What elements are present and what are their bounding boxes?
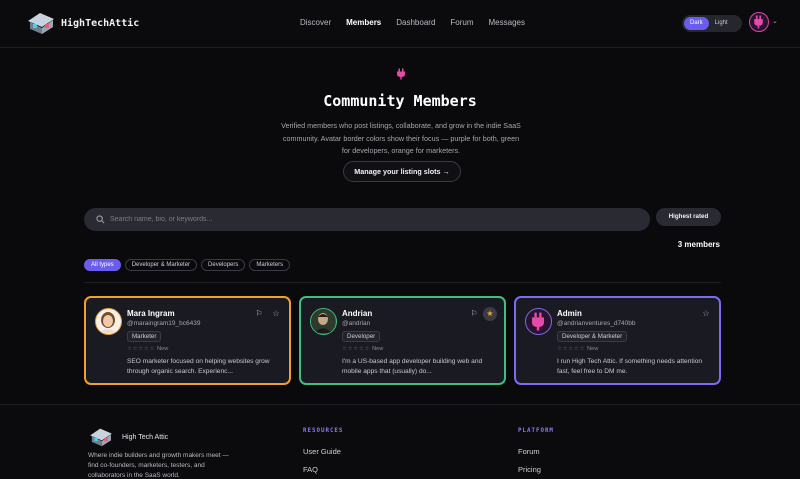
favorite-star-filled-icon[interactable]: ★ [483,307,497,321]
message-icon[interactable]: ⚐ [253,308,265,320]
chevron-down-icon[interactable]: ⌄ [772,17,778,25]
rating-text: New [157,346,169,352]
theme-dark-option[interactable]: Dark [684,17,709,30]
avatar [310,308,337,335]
rating-text: New [372,346,384,352]
member-card-andrian[interactable]: Andrian @andrian Developer ☆☆☆☆☆ New I'm … [299,296,506,385]
main-nav: Discover Members Dashboard Forum Message… [300,18,540,27]
member-bio: I'm a US-based app developer building we… [342,358,483,375]
member-name: Admin [557,309,582,318]
rating-text: New [587,346,599,352]
house-logo-icon [90,428,112,447]
member-card-mara-ingram[interactable]: Mara Ingram @maraingram19_bc6439 Markete… [84,296,291,385]
footer-description: Where indie builders and growth makers m… [88,452,229,479]
link-forum[interactable]: Forum [518,447,540,456]
role-badge: Developer [342,331,381,342]
avatar [525,308,552,335]
nav-messages[interactable]: Messages [489,18,525,27]
sort-dropdown[interactable]: Highest rated [656,208,721,226]
search-input[interactable] [110,216,610,223]
divider [84,282,721,283]
message-icon[interactable]: ⚐ [468,308,480,320]
brand-name: HighTechAttic [61,17,140,29]
member-name: Mara Ingram [127,309,175,318]
link-user-guide[interactable]: User Guide [303,447,341,456]
rating-stars: ☆☆☆☆☆ New [557,346,599,352]
rating-stars: ☆☆☆☆☆ New [342,346,384,352]
favorite-star-icon[interactable]: ☆ [270,308,282,320]
role-badge: Developer & Marketer [557,331,628,342]
platform-heading: PLATFORM [518,428,554,434]
resources-heading: RESOURCES [303,428,344,434]
footer-brand[interactable]: High Tech Attic [88,427,168,447]
filter-developer-marketer[interactable]: Developer & Marketer [124,259,198,271]
nav-discover[interactable]: Discover [300,18,331,27]
nav-forum[interactable]: Forum [450,18,473,27]
member-handle: @maraingram19_bc6439 [127,320,201,327]
type-filters: All types Developer & Marketer Developer… [84,259,291,271]
house-logo-icon [26,11,56,35]
manage-listing-slots-button[interactable]: Manage your listing slots → [343,161,461,182]
plug-avatar-icon [754,15,763,29]
page-description: Verified members who post listings, coll… [281,121,521,155]
user-avatar[interactable] [749,12,769,32]
member-bio: SEO marketer focused on helping websites… [127,358,270,375]
nav-dashboard[interactable]: Dashboard [396,18,435,27]
rating-stars: ☆☆☆☆☆ New [127,346,169,352]
filter-all-types[interactable]: All types [84,259,121,271]
favorite-star-icon[interactable]: ☆ [700,308,712,320]
link-faq[interactable]: FAQ [303,465,318,474]
footer: High Tech Attic Where indie builders and… [0,404,800,479]
top-header: HighTechAttic Discover Members Dashboard… [0,0,800,48]
page-title: Community Members [323,92,477,110]
plug-avatar-icon [532,312,544,331]
theme-light-option[interactable]: Light [709,17,734,30]
filter-marketers[interactable]: Marketers [249,259,291,271]
search-bar[interactable] [84,208,650,231]
member-card-admin[interactable]: Admin @andrianventures_d740bb Developer … [514,296,721,385]
plug-icon [397,68,405,80]
avatar [95,308,122,335]
nav-members[interactable]: Members [346,18,381,27]
member-handle: @andrianventures_d740bb [557,320,636,327]
search-icon [96,215,105,224]
filter-developers[interactable]: Developers [201,259,246,271]
member-handle: @andrian [342,320,371,327]
member-count: 3 members [677,240,720,249]
member-name: Andrian [342,309,373,318]
role-badge: Marketer [127,331,162,342]
theme-toggle[interactable]: Dark Light [682,15,742,32]
brand-logo-link[interactable]: HighTechAttic [26,11,139,35]
footer-brand-name: High Tech Attic [122,433,169,441]
link-pricing[interactable]: Pricing [518,465,541,474]
member-bio: I run High Tech Attic. If something need… [557,358,703,375]
